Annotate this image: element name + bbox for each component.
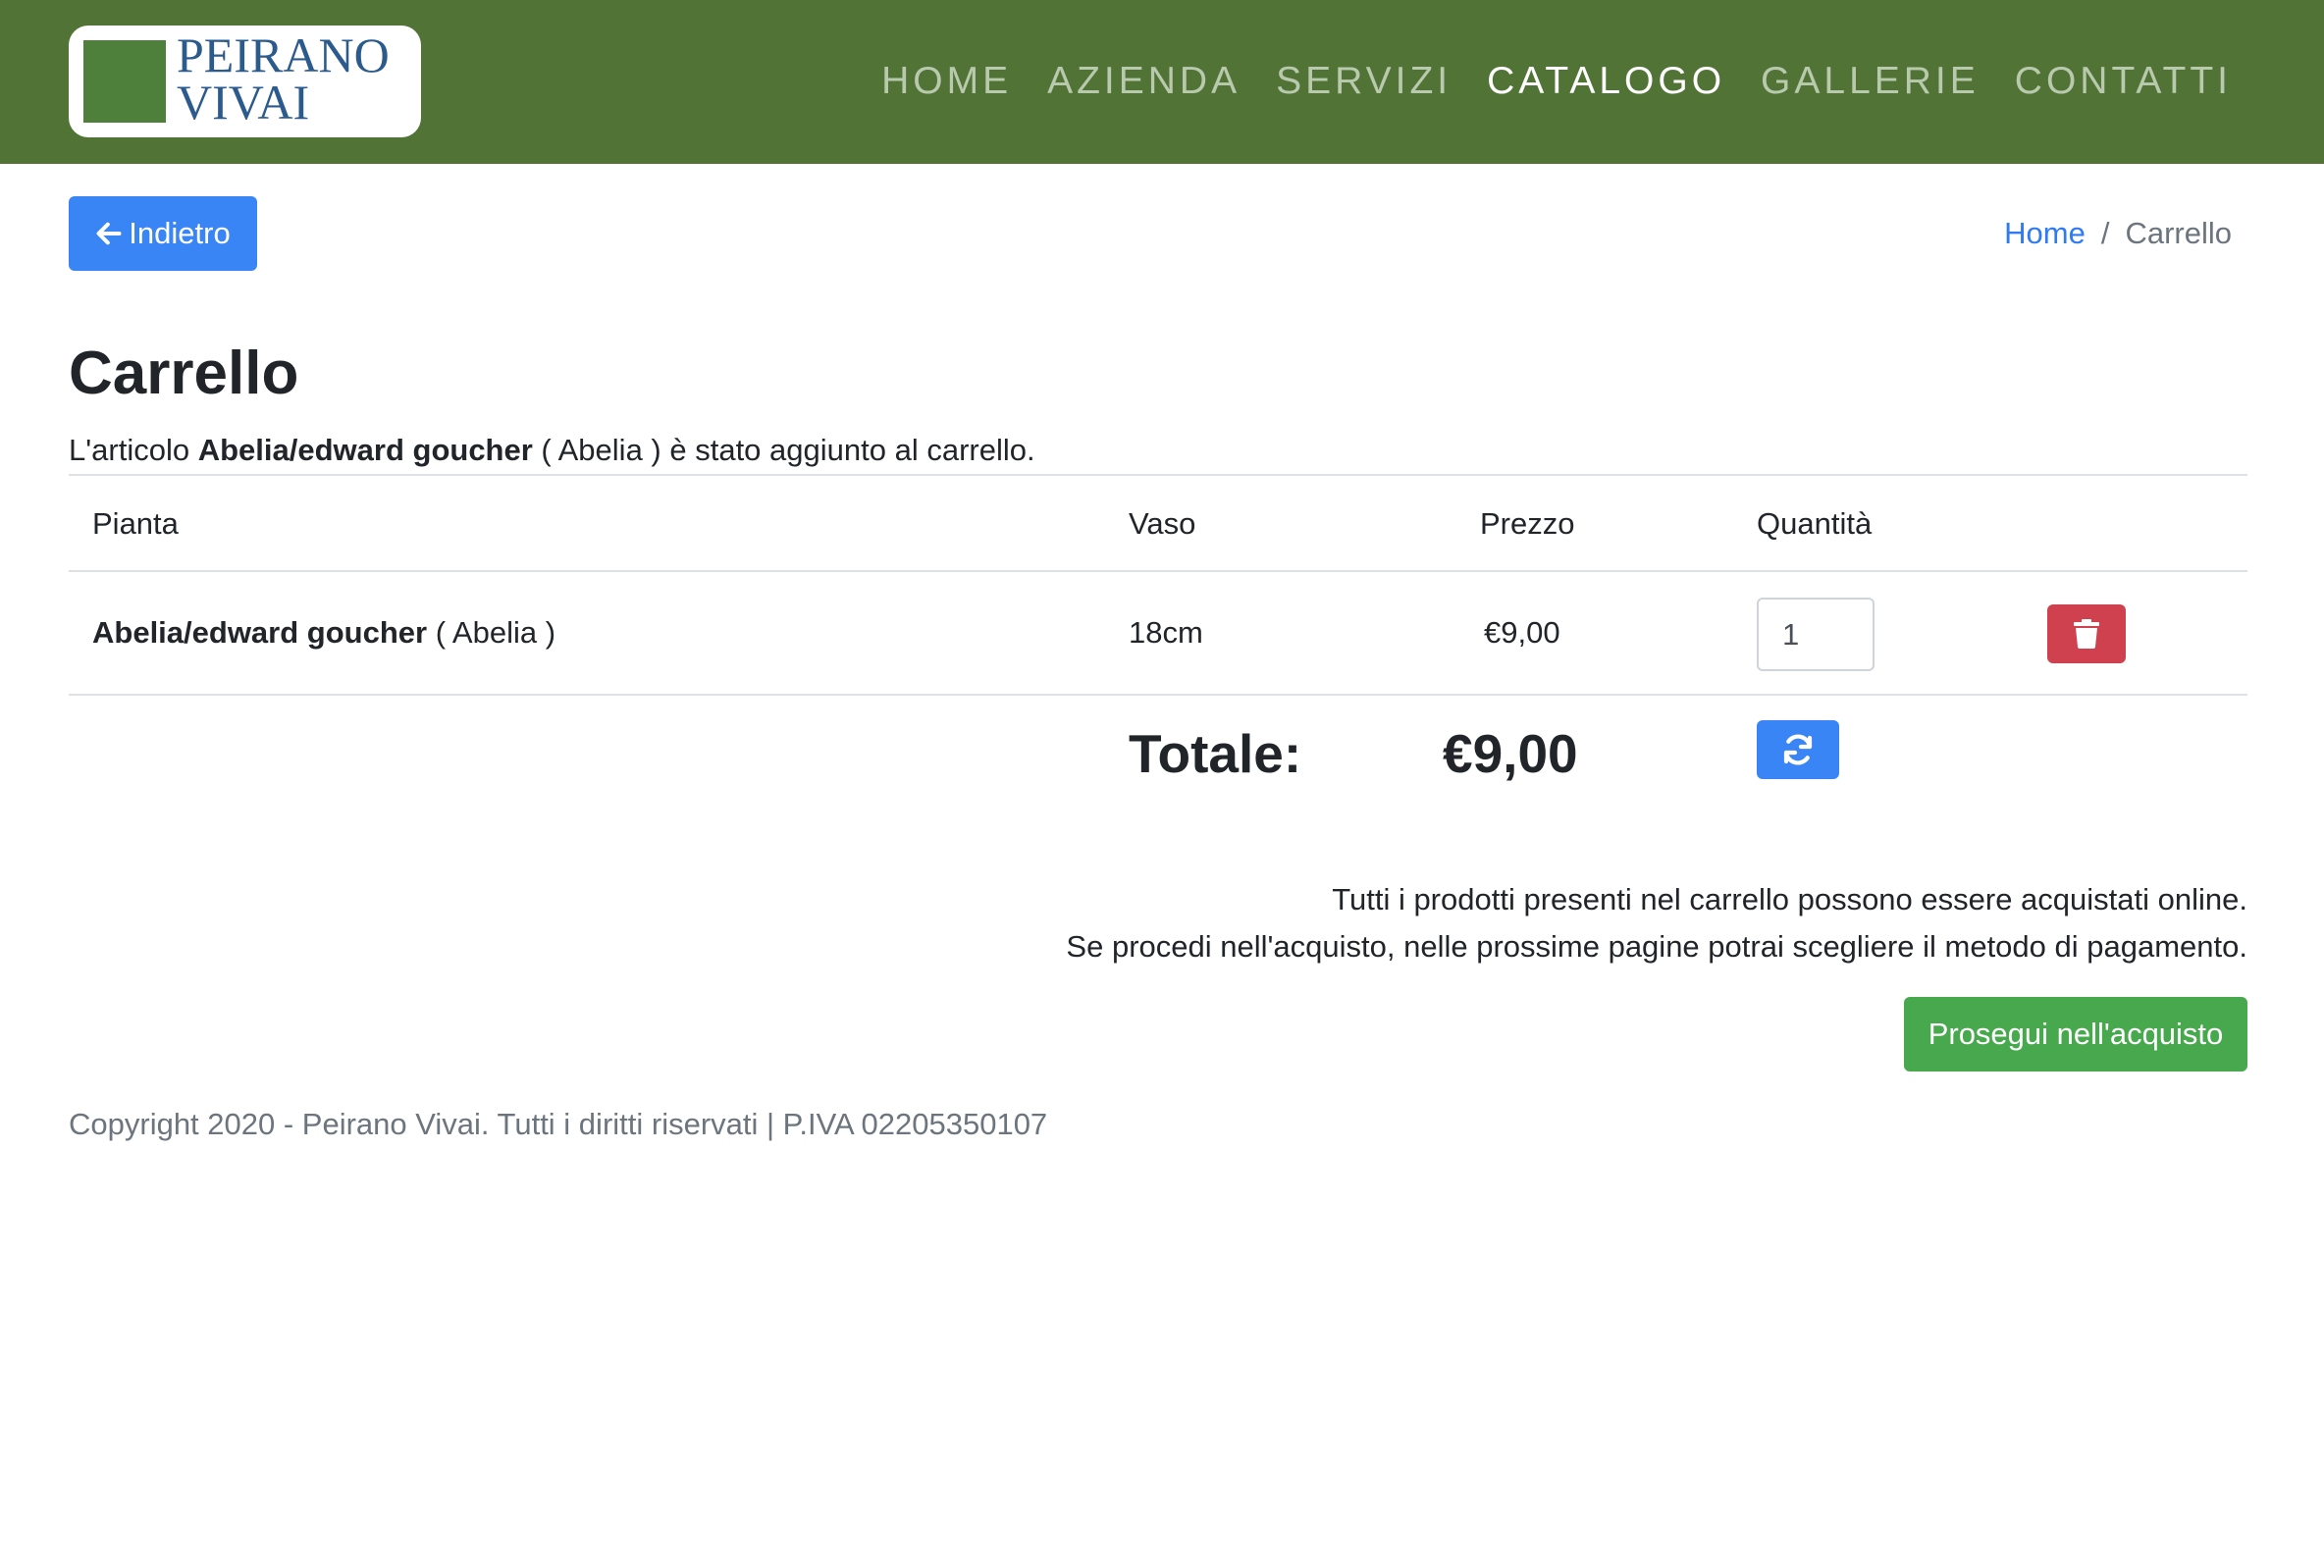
column-header-quantity: Quantità [1757,506,1873,541]
breadcrumb-current: Carrello [2125,216,2232,250]
added-to-cart-message: L'articolo Abelia/edward goucher ( Abeli… [69,433,1035,468]
column-header-plant: Pianta [92,506,179,541]
nav-item-servizi[interactable]: SERVIZI [1276,57,1452,106]
breadcrumb: Home / Carrello [2004,216,2232,251]
info-line-2: Se procedi nell'acquisto, nelle prossime… [1066,929,2247,964]
site-logo[interactable]: PEIRANO VIVAI [69,26,421,137]
total-value: €9,00 [1443,723,1578,784]
cell-plant: Abelia/edward goucher ( Abelia ) [92,615,555,651]
logo-text: PEIRANO VIVAI [177,27,390,130]
proceed-to-checkout-button[interactable]: Prosegui nell'acquisto [1904,997,2247,1071]
logo-mark [83,40,166,123]
added-suffix: ( Abelia ) è stato aggiunto al carrello. [532,433,1035,467]
added-prefix: L'articolo [69,433,198,467]
update-cart-button[interactable] [1757,720,1839,779]
nav-item-contatti[interactable]: CONTATTI [2015,57,2232,106]
plant-genus: ( Abelia ) [427,615,556,650]
site-header: PEIRANO VIVAI HOME AZIENDA SERVIZI CATAL… [0,0,2324,164]
cell-pot: 18cm [1129,615,1203,650]
back-button-label: Indietro [129,216,231,250]
total-label: Totale: [1129,723,1302,784]
back-button[interactable]: Indietro [69,196,257,271]
cell-price: €9,00 [1484,615,1560,650]
column-header-pot: Vaso [1129,506,1196,541]
main-nav: HOME AZIENDA SERVIZI CATALOGO GALLERIE C… [881,57,2232,106]
nav-item-home[interactable]: HOME [881,57,1012,106]
logo-line-1: PEIRANO [177,27,390,82]
nav-item-azienda[interactable]: AZIENDA [1047,57,1241,106]
table-row-divider [69,694,2247,696]
table-header-divider [69,570,2247,572]
info-line-1: Tutti i prodotti presenti nel carrello p… [1332,882,2247,916]
table-top-divider [69,474,2247,476]
remove-item-button[interactable] [2047,604,2126,663]
quantity-input[interactable] [1757,598,1875,671]
refresh-icon [1783,734,1813,765]
added-item-name: Abelia/edward goucher [197,433,533,467]
nav-item-gallerie[interactable]: GALLERIE [1761,57,1980,106]
page-title: Carrello [69,340,299,407]
column-header-price: Prezzo [1480,506,1575,541]
arrow-left-icon [96,222,122,245]
plant-name: Abelia/edward goucher [92,615,428,650]
breadcrumb-separator: / [2100,216,2110,250]
trash-icon [2074,619,2099,649]
breadcrumb-home[interactable]: Home [2004,216,2086,251]
footer-copyright: Copyright 2020 - Peirano Vivai. Tutti i … [69,1107,1048,1141]
purchase-info: Tutti i prodotti presenti nel carrello p… [1066,876,2247,970]
logo-line-2: VIVAI [177,75,310,130]
nav-item-catalogo[interactable]: CATALOGO [1487,57,1725,106]
